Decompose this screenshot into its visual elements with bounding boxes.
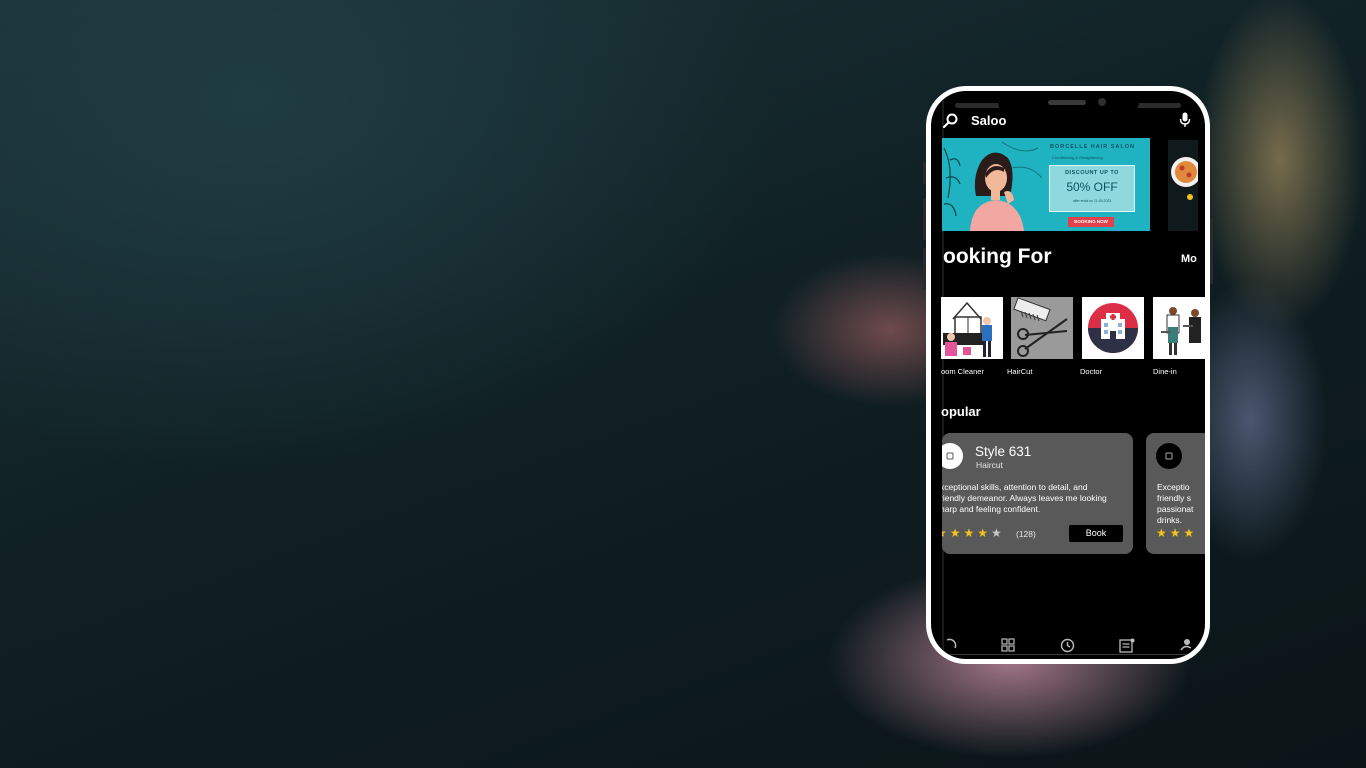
category-label: HairCut: [1007, 367, 1033, 376]
search-input[interactable]: Saloo: [971, 113, 1006, 128]
search-icon[interactable]: [943, 113, 959, 129]
microphone-icon[interactable]: [1179, 112, 1191, 128]
category-room-cleaner[interactable]: [941, 297, 1003, 359]
mute-switch: [923, 162, 926, 184]
earpiece-speaker: [1048, 100, 1086, 105]
avatar: [1156, 443, 1182, 469]
orders-icon[interactable]: [1119, 638, 1135, 653]
card-category: Haircut: [976, 460, 1003, 470]
nav-divider: [947, 654, 1193, 655]
review-line: harp and feeling confident.: [942, 504, 1041, 514]
review-line: Exceptio: [1157, 482, 1190, 492]
booking-now-button[interactable]: BOOKING NOW: [1068, 217, 1114, 227]
volume-down-button: [923, 248, 926, 290]
chefs-illustration: [1161, 307, 1201, 355]
hospital-icon: [1088, 303, 1138, 353]
review-line: riendly demeanor. Always leaves me looki…: [942, 493, 1107, 503]
banner-subtitle: Conditioning & Straightening: [1052, 155, 1103, 160]
offer-box: DISCOUNT UP TO 50% OFF offer ends on 11.…: [1049, 165, 1135, 212]
star-rating: ★★★★★: [942, 526, 1005, 540]
haircut-tools-illustration: [1011, 297, 1073, 359]
review-line: passionat: [1157, 504, 1194, 514]
filled-stars-icon: ★★★: [1156, 526, 1198, 540]
status-bar-right: [1135, 103, 1181, 108]
room-cleaner-illustration: [943, 301, 992, 357]
review-line: drinks.: [1157, 515, 1183, 525]
power-button: [1210, 218, 1213, 284]
second-promo-banner[interactable]: [1168, 140, 1198, 231]
grid-icon[interactable]: [1001, 638, 1015, 652]
banner-title: BORCELLE HAIR SALON: [1050, 144, 1135, 150]
popular-card[interactable]: Style 631 Haircut xceptional skills, att…: [942, 433, 1133, 554]
section-title-looking-for: ooking For: [943, 245, 1052, 268]
category-haircut[interactable]: [1011, 297, 1073, 359]
category-dine-in[interactable]: [1153, 297, 1205, 359]
home-icon[interactable]: [945, 638, 959, 652]
empty-star-icon: ★: [991, 526, 1005, 540]
section-title-popular: opular: [941, 404, 981, 419]
status-bar-left: [955, 103, 1001, 108]
star-rating: ★★★: [1156, 526, 1197, 540]
profile-icon[interactable]: [1179, 638, 1191, 652]
review-line: friendly s: [1157, 493, 1192, 503]
card-review: xceptional skills, attention to detail, …: [942, 482, 1133, 515]
category-label: Dine-in: [1153, 367, 1177, 376]
front-camera: [1098, 98, 1106, 106]
discount-label: DISCOUNT UP TO: [1065, 170, 1119, 176]
notch: [998, 91, 1139, 117]
category-label: Doctor: [1080, 367, 1103, 376]
category-doctor[interactable]: [1082, 297, 1144, 359]
phone-frame: Saloo BORCELLE HAIR SALON Conditioning &…: [923, 86, 1213, 664]
card-review: Exceptio friendly s passionat drinks.: [1157, 482, 1205, 526]
phone-screen: Saloo BORCELLE HAIR SALON Conditioning &…: [931, 91, 1205, 659]
discount-value: 50% OFF: [1066, 180, 1118, 194]
offer-note: offer ends on 11.09.2023: [1072, 199, 1112, 203]
pizza-illustration: [1171, 157, 1198, 200]
category-label: oom Cleaner: [941, 367, 984, 376]
bottom-navigation: [931, 636, 1205, 659]
rating-count: (128): [1016, 529, 1036, 539]
popular-card[interactable]: Exceptio friendly s passionat drinks. ★★…: [1146, 433, 1205, 554]
shop-icon: [946, 452, 954, 460]
banner-model-illustration: [943, 141, 1043, 231]
filled-stars-icon: ★★★★: [942, 526, 992, 540]
more-link[interactable]: Mo: [1181, 253, 1197, 265]
promo-banner[interactable]: BORCELLE HAIR SALON Conditioning & Strai…: [942, 138, 1150, 231]
volume-up-button: [923, 198, 926, 240]
review-line: xceptional skills, attention to detail, …: [942, 482, 1088, 492]
shop-icon: [1165, 452, 1173, 460]
book-button[interactable]: Book: [1069, 525, 1123, 542]
avatar: [942, 443, 963, 469]
clock-icon[interactable]: [1060, 638, 1075, 653]
card-title: Style 631: [975, 444, 1032, 459]
